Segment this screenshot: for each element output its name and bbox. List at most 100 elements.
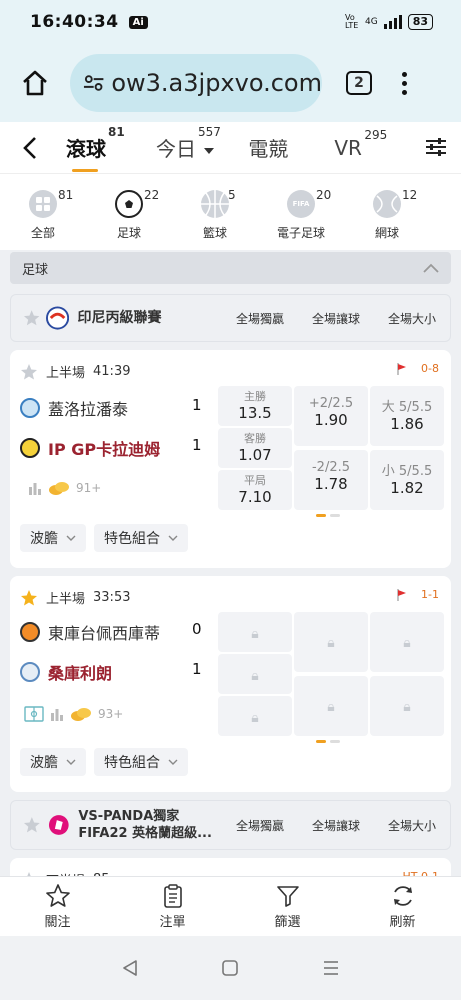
nav-bets[interactable]: 注單 xyxy=(115,877,230,936)
odds-page-indicator xyxy=(316,514,340,517)
odds-locked: 🔒︎ xyxy=(218,612,292,652)
star-icon[interactable] xyxy=(20,363,38,381)
total-line: 大 5/5.5 xyxy=(381,400,433,415)
team-name: 蓋洛拉潘泰 xyxy=(48,400,129,419)
back-triangle-icon[interactable] xyxy=(121,959,139,977)
tab-esports-label: 電競 xyxy=(248,137,289,161)
corner-count: 0-8 xyxy=(421,362,439,375)
fifa-icon: FIFA xyxy=(287,190,315,218)
more-markets-count: 91+ xyxy=(76,481,102,495)
match-stats[interactable]: 93+ xyxy=(24,706,123,722)
tennis-ball-icon xyxy=(373,190,401,218)
correct-score-dropdown[interactable]: 波膽 xyxy=(20,748,86,776)
star-icon[interactable] xyxy=(20,589,38,607)
home-square-icon[interactable] xyxy=(221,959,239,977)
tab-esports[interactable]: 電競 xyxy=(248,133,288,162)
nav-favorites[interactable]: 關注 xyxy=(0,877,115,936)
odds-value: 1.07 xyxy=(238,446,272,464)
settings-button[interactable] xyxy=(425,136,447,162)
chevron-left-icon xyxy=(23,136,36,159)
sliders-icon xyxy=(426,138,446,156)
match-period: 上半場 xyxy=(46,366,86,381)
sport-label: 全部 xyxy=(30,226,55,240)
nav-label: 篩選 xyxy=(274,915,301,930)
home-team: 東庫台佩西庫蒂 xyxy=(20,620,160,644)
system-nav-bar xyxy=(0,936,461,1000)
sport-efootball[interactable]: FIFA 20 電子足球 xyxy=(258,174,344,250)
status-time: 16:40:34 xyxy=(30,12,119,32)
volte-icon: Vo LTE xyxy=(344,13,359,30)
chip-label: 特色組合 xyxy=(104,531,160,547)
home-team: 蓋洛拉潘泰 xyxy=(20,396,128,420)
lock-icon: 🔒︎ xyxy=(251,710,259,726)
chip-label: 波膽 xyxy=(30,531,58,547)
chevron-down-icon xyxy=(66,535,76,541)
tab-vr-count: 295 xyxy=(364,127,388,142)
section-header-soccer[interactable]: 足球 xyxy=(10,252,451,284)
lock-icon: 🔒︎ xyxy=(251,668,259,684)
star-icon[interactable] xyxy=(23,816,41,834)
home-button[interactable] xyxy=(18,66,52,100)
lock-icon: 🔒︎ xyxy=(403,635,411,651)
odds-handicap-home[interactable]: +2/2.5 1.90 xyxy=(294,386,368,446)
col-header-moneyline: 全場獨贏 xyxy=(235,311,284,326)
sport-all[interactable]: 81 全部 xyxy=(0,174,86,250)
odds-value: 1.78 xyxy=(314,475,348,493)
odds-under[interactable]: 小 5/5.5 1.82 xyxy=(370,450,444,510)
team-logo-icon xyxy=(20,398,40,418)
league-header[interactable]: VS-PANDA獨家FIFA22 英格蘭超級... 全場獨贏 全場讓球 全場大小 xyxy=(10,800,451,850)
sport-label: 足球 xyxy=(116,226,141,240)
tab-today[interactable]: 今日 557 xyxy=(156,125,221,162)
odds-over[interactable]: 大 5/5.5 1.86 xyxy=(370,386,444,446)
url-bar[interactable]: ow3.a3jpxvo.com xyxy=(70,54,322,112)
lock-icon: 🔒︎ xyxy=(403,699,411,715)
special-combo-dropdown[interactable]: 特色組合 xyxy=(94,524,188,552)
bottom-nav: 關注 注單 篩選 刷新 xyxy=(0,876,461,936)
odds-away[interactable]: 客勝 1.07 xyxy=(218,428,292,468)
correct-score-dropdown[interactable]: 波膽 xyxy=(20,524,86,552)
corner-flag-icon xyxy=(397,362,407,375)
sport-basketball[interactable]: 5 籃球 xyxy=(172,174,258,250)
nav-refresh[interactable]: 刷新 xyxy=(345,877,460,936)
stats-bar-icon xyxy=(29,483,41,495)
odds-value: 13.5 xyxy=(238,404,272,422)
tab-switcher-button[interactable]: 2 xyxy=(346,71,372,95)
lock-icon: 🔒︎ xyxy=(327,699,335,715)
col-header-handicap: 全場讓球 xyxy=(311,311,360,326)
odds-key: 客勝 xyxy=(244,432,266,445)
home-icon xyxy=(23,70,47,96)
league-header[interactable]: 印尼丙級聯賽 全場獨贏 全場讓球 全場大小 xyxy=(10,294,451,342)
back-button[interactable] xyxy=(0,135,60,161)
sport-count: 20 xyxy=(316,188,332,202)
more-menu-icon[interactable] xyxy=(402,71,407,95)
match-stats[interactable]: 91+ xyxy=(28,480,101,496)
sport-tennis[interactable]: 12 網球 xyxy=(344,174,430,250)
odds-handicap-away[interactable]: -2/2.5 1.78 xyxy=(294,450,368,510)
chevron-down-icon xyxy=(66,759,76,765)
col-header-totals: 全場大小 xyxy=(387,818,436,833)
away-team: 桑庫利朗 xyxy=(20,660,112,684)
chevron-down-icon xyxy=(168,535,178,541)
tab-vr[interactable]: VR 295 xyxy=(334,128,387,160)
clipboard-icon xyxy=(163,884,182,908)
sport-count: 22 xyxy=(144,188,160,202)
sport-soccer[interactable]: 22 足球 xyxy=(86,174,172,250)
tab-live-count: 81 xyxy=(108,125,125,139)
sport-label: 籃球 xyxy=(202,226,227,240)
site-settings-icon[interactable] xyxy=(82,71,105,95)
odds-value: 1.86 xyxy=(390,415,424,433)
star-icon[interactable] xyxy=(23,309,40,327)
odds-home[interactable]: 主勝 13.5 xyxy=(218,386,292,426)
tab-live[interactable]: 滾球 81 xyxy=(66,125,125,172)
special-combo-dropdown[interactable]: 特色組合 xyxy=(94,748,188,776)
away-team: IP GP卡拉迪姆 xyxy=(20,436,160,460)
odds-page-indicator xyxy=(316,740,340,743)
ai-badge-icon: Ai xyxy=(128,15,148,29)
active-tab-indicator xyxy=(72,169,98,172)
recents-menu-icon[interactable] xyxy=(322,959,340,977)
league-emblem-icon xyxy=(46,306,70,330)
odds-draw[interactable]: 平局 7.10 xyxy=(218,470,292,510)
grid-icon xyxy=(29,190,57,218)
nav-filter[interactable]: 篩選 xyxy=(230,877,345,936)
refresh-icon xyxy=(393,886,412,906)
